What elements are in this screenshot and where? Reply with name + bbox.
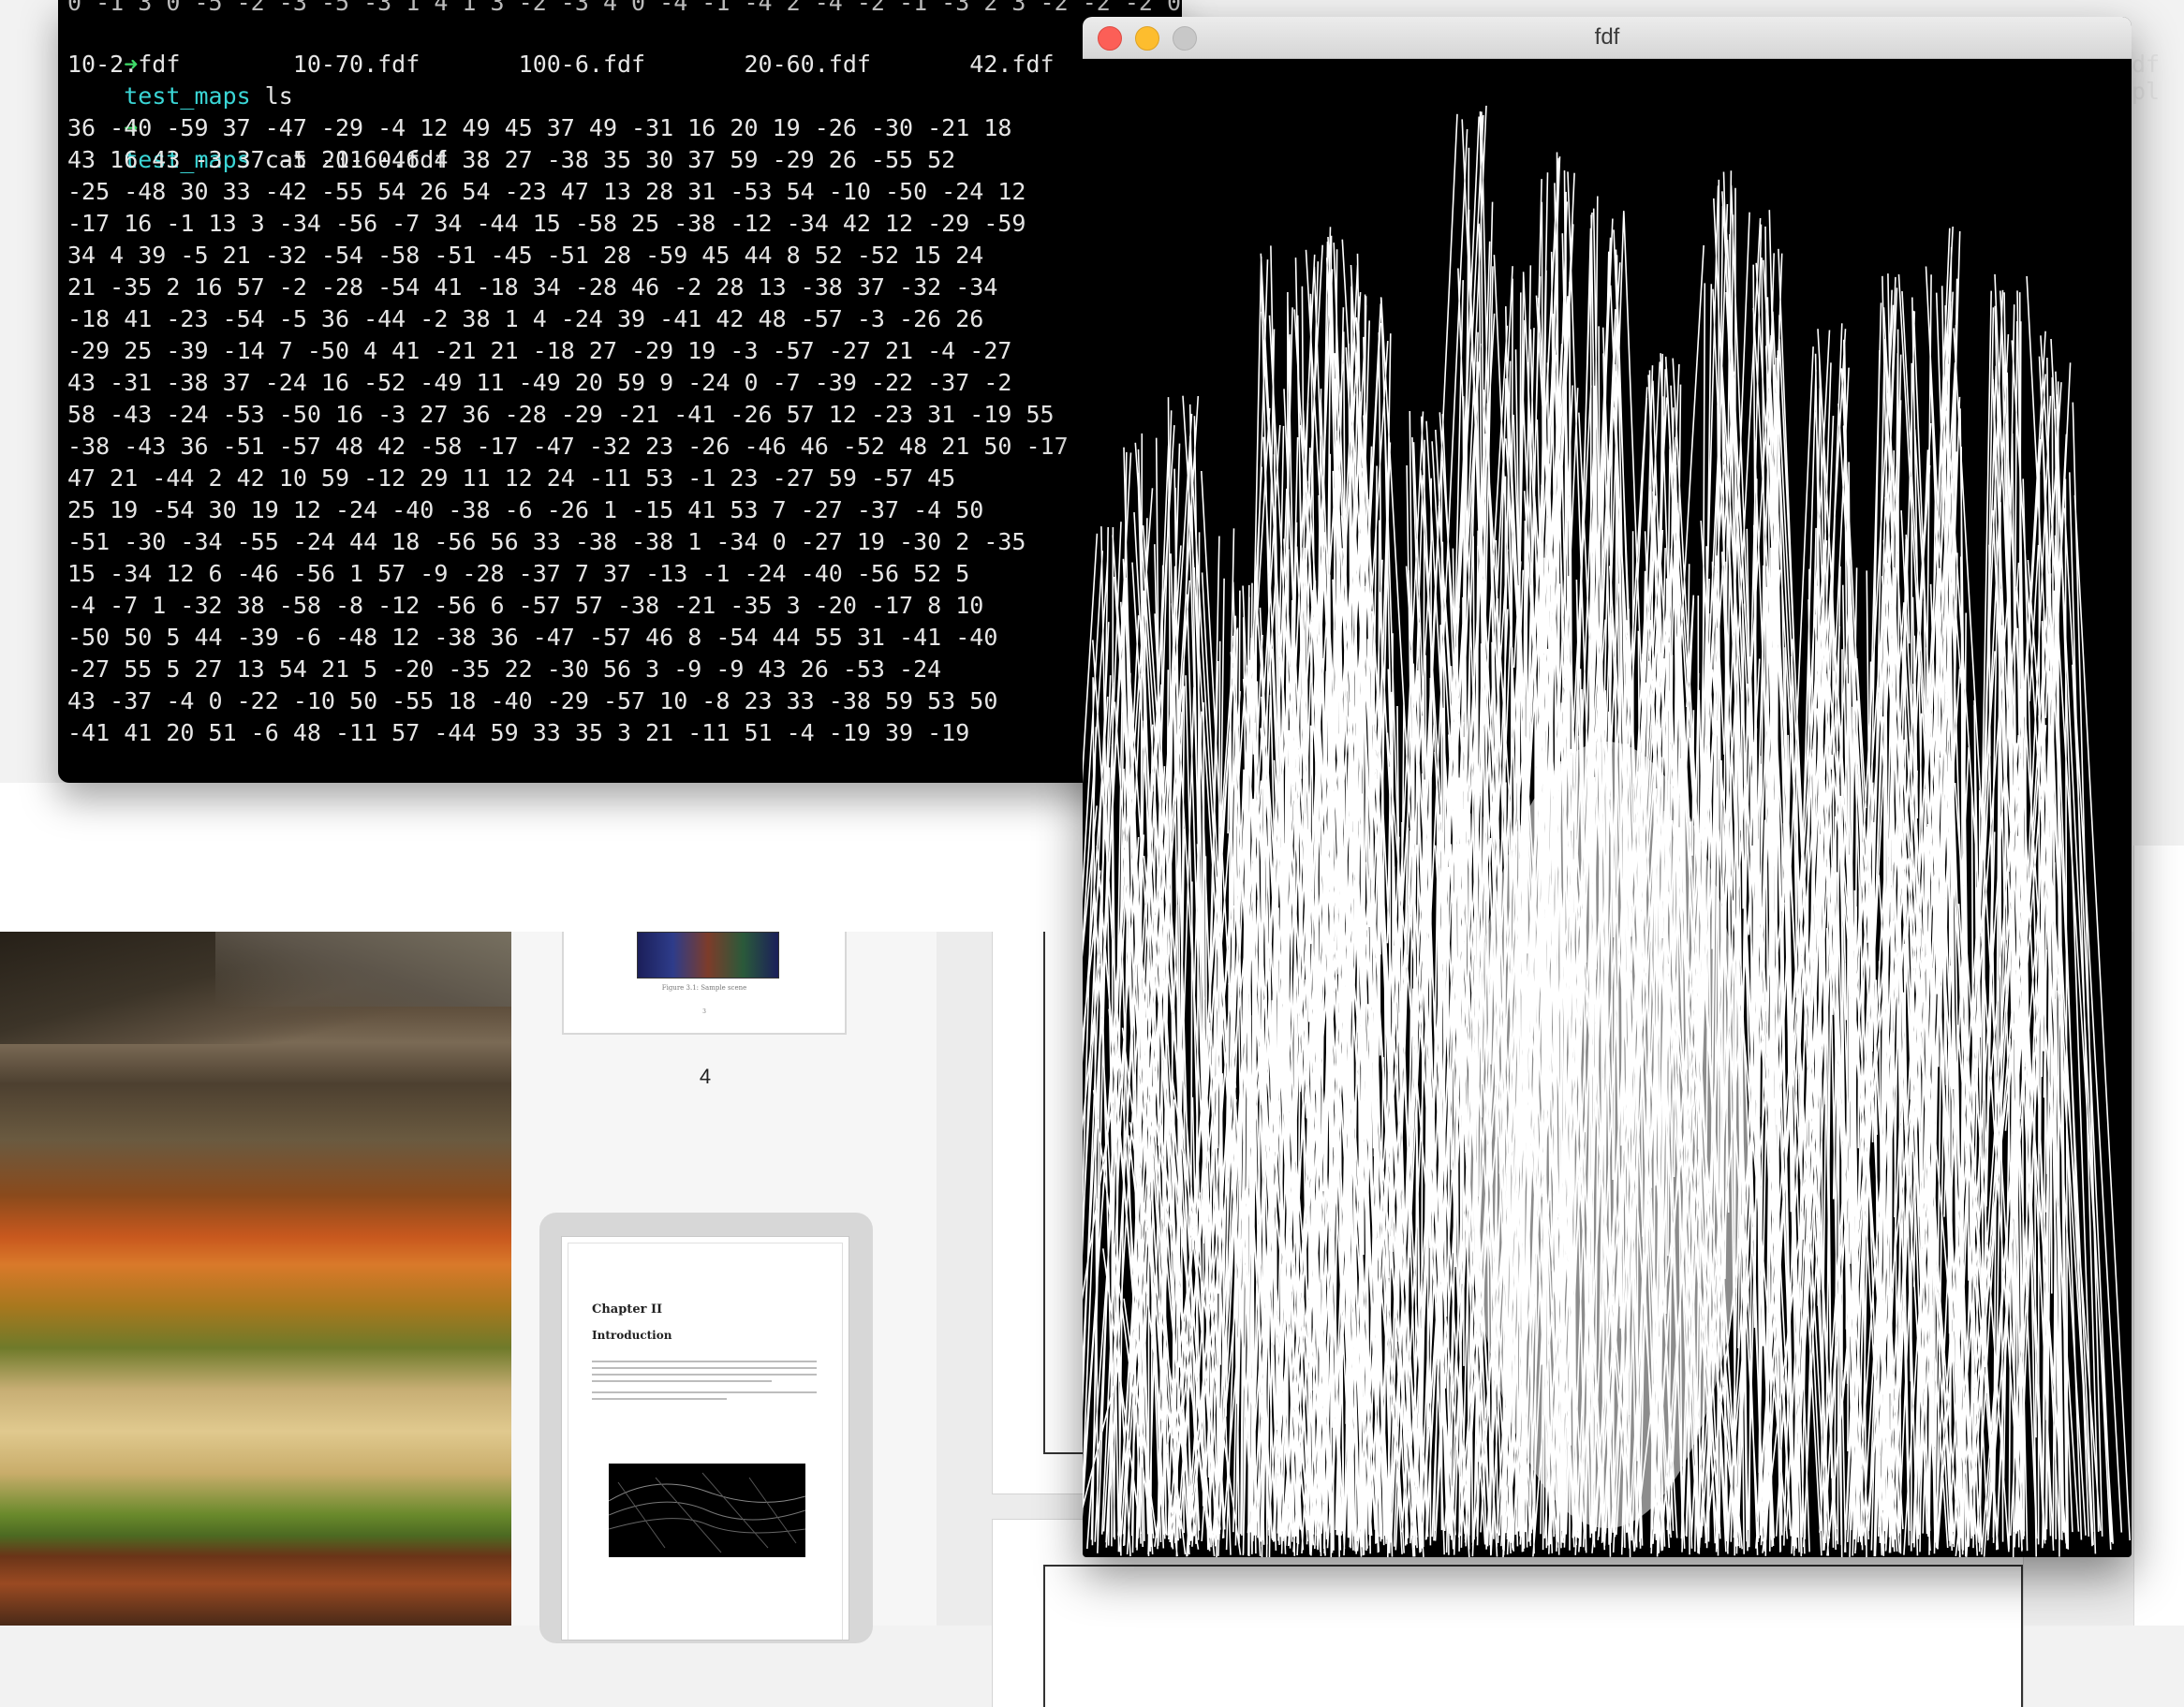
thumbnail-page-3[interactable]: Figure 3.1: Sample scene 3 — [562, 932, 847, 1035]
terminal-overflow-text: df pl — [2132, 51, 2161, 105]
window-title: fdf — [1594, 24, 1620, 50]
terminal-partial-line: 0 -1 3 0 -5 -2 -3 -5 -3 1 4 1 3 -2 -3 4 … — [67, 0, 1182, 16]
wallpaper-rock — [215, 932, 511, 1007]
cat-output-line: -38 -43 36 -51 -57 48 42 -58 -17 -47 -32… — [67, 433, 1069, 460]
cat-output-line: -29 25 -39 -14 7 -50 4 41 -21 21 -18 27 … — [67, 337, 1012, 364]
cat-output-line: -50 50 5 44 -39 -6 -48 12 -38 36 -47 -57… — [67, 624, 998, 651]
cat-output-line: 43 -37 -4 0 -22 -10 50 -55 18 -40 -29 -5… — [67, 687, 998, 714]
cat-output-line: -51 -30 -34 -55 -24 44 18 -56 56 33 -38 … — [67, 528, 1026, 555]
window-gap — [0, 783, 1083, 932]
cat-output-line: 15 -34 12 6 -46 -56 1 57 -9 -28 -37 7 37… — [67, 560, 970, 587]
prompt-line-ls: ➜ test_maps ls — [67, 17, 293, 110]
chapter-heading: Introduction — [592, 1329, 672, 1342]
prompt-line-current[interactable]: ➜ test_maps — [67, 749, 251, 781]
chapter-title: Chapter II — [592, 1302, 663, 1317]
wireframe-render — [1083, 105, 2131, 1557]
ls-output: 10-2.fdf 10-70.fdf 100-6.fdf 20-60.fdf 4… — [67, 51, 1055, 78]
cat-output-line: -27 55 5 27 13 54 21 5 -20 -35 22 -30 56… — [67, 655, 942, 683]
cat-output-line: -4 -7 1 -32 38 -58 -8 -12 -56 6 -57 57 -… — [67, 592, 984, 619]
wireframe-thumbnail-image — [609, 1464, 805, 1557]
desktop-wallpaper — [0, 932, 511, 1626]
page-number-label: 4 — [699, 1065, 712, 1088]
prompt-line-cat: ➜ test_maps cat 20-60.fdf — [67, 81, 448, 173]
cat-output-line: -41 41 20 51 -6 48 -11 57 -44 59 33 35 3… — [67, 719, 970, 746]
cat-output-line: -18 41 -23 -54 -5 36 -44 -2 38 1 4 -24 3… — [67, 305, 984, 332]
terminal-window[interactable]: 0 -1 3 0 -5 -2 -3 -5 -3 1 4 1 3 -2 -3 4 … — [58, 0, 1182, 783]
thumbnail-page-4-selected[interactable]: Chapter II Introduction — [539, 1213, 873, 1643]
right-edge-panel — [2133, 846, 2184, 1626]
cat-output-line: -17 16 -1 13 3 -34 -56 -7 34 -44 15 -58 … — [67, 210, 1026, 237]
cat-output-line: 43 16 43 -3 37 -5 -11 -46 4 38 27 -38 35… — [67, 146, 956, 173]
thumbnail-sidebar[interactable]: Figure 3.1: Sample scene 3 4 Chapter II … — [511, 932, 937, 1643]
figure-thumbnail-image — [637, 932, 779, 979]
cat-output-line: 47 21 -44 2 42 10 59 -12 29 11 12 24 -11… — [67, 464, 956, 492]
cat-output-line: 58 -43 -24 -53 -50 16 -3 27 36 -28 -29 -… — [67, 401, 1055, 428]
fdf-titlebar[interactable]: fdf — [1083, 17, 2132, 59]
figure-caption: Figure 3.1: Sample scene — [661, 984, 747, 992]
fdf-window[interactable]: fdf — [1083, 17, 2132, 1557]
cat-output-line: -25 -48 30 33 -42 -55 54 26 54 -23 47 13… — [67, 178, 1026, 205]
cat-output-line: 21 -35 2 16 57 -2 -28 -54 41 -18 34 -28 … — [67, 273, 998, 301]
cat-output-line: 36 -40 -59 37 -47 -29 -4 12 49 45 37 49 … — [67, 114, 1012, 141]
cat-output-line: 34 4 39 -5 21 -32 -54 -58 -51 -45 -51 28… — [67, 242, 984, 269]
cat-output-line: 25 19 -54 30 19 12 -24 -40 -38 -6 -26 1 … — [67, 496, 984, 523]
thumbnail-page: Chapter II Introduction — [562, 1237, 849, 1640]
cat-output-line: 43 -31 -38 37 -24 16 -52 -49 11 -49 20 5… — [67, 369, 1012, 396]
paragraph-lines — [592, 1361, 817, 1405]
thumbnail-page-number: 3 — [702, 1008, 706, 1015]
wireframe-dense-core — [1467, 742, 1748, 1528]
page-frame-next — [1043, 1565, 2023, 1707]
